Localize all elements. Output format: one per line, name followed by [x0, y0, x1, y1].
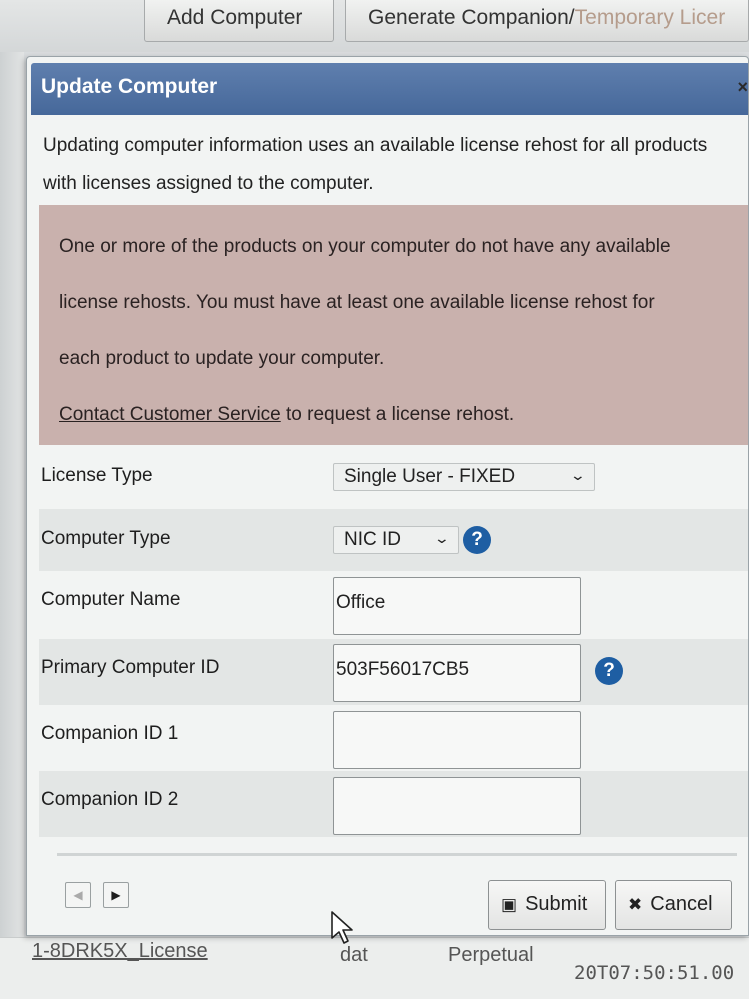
- top-toolbar: Add Computer Generate Companion/Temporar…: [0, 0, 749, 52]
- pager-next-button[interactable]: ▶: [103, 882, 129, 908]
- contact-customer-service-link[interactable]: Contact Customer Service: [59, 404, 281, 425]
- submit-label: Submit: [525, 893, 588, 915]
- companion-id-1-input[interactable]: [333, 711, 581, 769]
- computer-type-value: NIC ID: [344, 529, 401, 550]
- intro-text: Updating computer information uses an av…: [43, 135, 708, 194]
- computer-type-select[interactable]: NIC ID ⌄: [333, 526, 459, 554]
- primary-computer-id-label: Primary Computer ID: [41, 657, 220, 678]
- horizontal-scrollbar[interactable]: [57, 853, 737, 856]
- warning-line-2: license rehosts. You must have at least …: [59, 292, 655, 313]
- companion-id-2-row: Companion ID 2: [39, 771, 748, 837]
- companion-id-2-label: Companion ID 2: [41, 789, 179, 810]
- background-table-row: 1-8DRK5X_License dat Perpetual 20T07:50:…: [0, 937, 749, 999]
- computer-type-row: Computer Type NIC ID ⌄ ?: [39, 509, 748, 571]
- companion-id-1-row: Companion ID 1: [39, 705, 748, 771]
- cancel-button[interactable]: ✖ Cancel: [615, 880, 732, 930]
- background-cell-term: Perpetual: [448, 944, 534, 966]
- add-computer-button[interactable]: Add Computer: [144, 0, 334, 42]
- warning-line-4: Contact Customer Service to request a li…: [59, 387, 730, 443]
- close-icon[interactable]: ×: [737, 77, 748, 98]
- background-left-panel: [0, 52, 24, 999]
- chevron-down-icon: ⌄: [569, 467, 587, 483]
- license-type-value: Single User - FIXED: [344, 466, 516, 487]
- primary-computer-id-input[interactable]: 503F56017CB5: [333, 644, 581, 702]
- dialog-title: Update Computer: [41, 75, 218, 98]
- warning-link-suffix: to request a license rehost.: [280, 404, 515, 425]
- floppy-disk-icon: ▣: [501, 895, 518, 914]
- computer-name-row: Computer Name Office: [39, 571, 748, 639]
- generate-companion-button[interactable]: Generate Companion/Temporary Licer: [345, 0, 749, 42]
- submit-button[interactable]: ▣ Submit: [488, 880, 606, 930]
- primary-id-help-icon[interactable]: ?: [595, 657, 623, 685]
- cancel-label: Cancel: [650, 893, 713, 915]
- background-cell-date: 20T07:50:51.00: [574, 962, 735, 984]
- computer-type-help-icon[interactable]: ?: [463, 526, 491, 554]
- companion-id-2-input[interactable]: [333, 777, 581, 835]
- warning-line-3: each product to update your computer.: [59, 348, 385, 369]
- warning-box: One or more of the products on your comp…: [39, 205, 748, 445]
- license-type-label: License Type: [41, 465, 153, 486]
- license-type-select[interactable]: Single User - FIXED ⌄: [333, 463, 595, 491]
- computer-name-input[interactable]: Office: [333, 577, 581, 635]
- license-type-row: License Type Single User - FIXED ⌄: [39, 445, 748, 509]
- add-computer-label: Add Computer: [167, 6, 303, 29]
- mouse-cursor-icon: [331, 911, 353, 944]
- update-computer-dialog: Update Computer × Updating computer info…: [26, 56, 749, 936]
- license-file-link[interactable]: 1-8DRK5X_License: [32, 940, 208, 963]
- triangle-left-icon: ◀: [73, 888, 83, 902]
- x-icon: ✖: [628, 895, 643, 914]
- primary-computer-id-row: Primary Computer ID 503F56017CB5 ?: [39, 639, 748, 705]
- pager-prev-button[interactable]: ◀: [65, 882, 91, 908]
- generate-companion-label: Generate Companion/: [368, 6, 575, 29]
- companion-id-1-label: Companion ID 1: [41, 723, 179, 744]
- computer-name-label: Computer Name: [41, 589, 181, 610]
- generate-companion-label-cont: Temporary Licer: [574, 6, 726, 29]
- dialog-title-bar[interactable]: Update Computer ×: [31, 63, 748, 115]
- background-cell-type: dat: [340, 944, 368, 966]
- warning-line-1: One or more of the products on your comp…: [59, 236, 671, 257]
- triangle-right-icon: ▶: [111, 888, 121, 902]
- computer-type-label: Computer Type: [41, 528, 171, 549]
- chevron-down-icon: ⌄: [433, 530, 451, 546]
